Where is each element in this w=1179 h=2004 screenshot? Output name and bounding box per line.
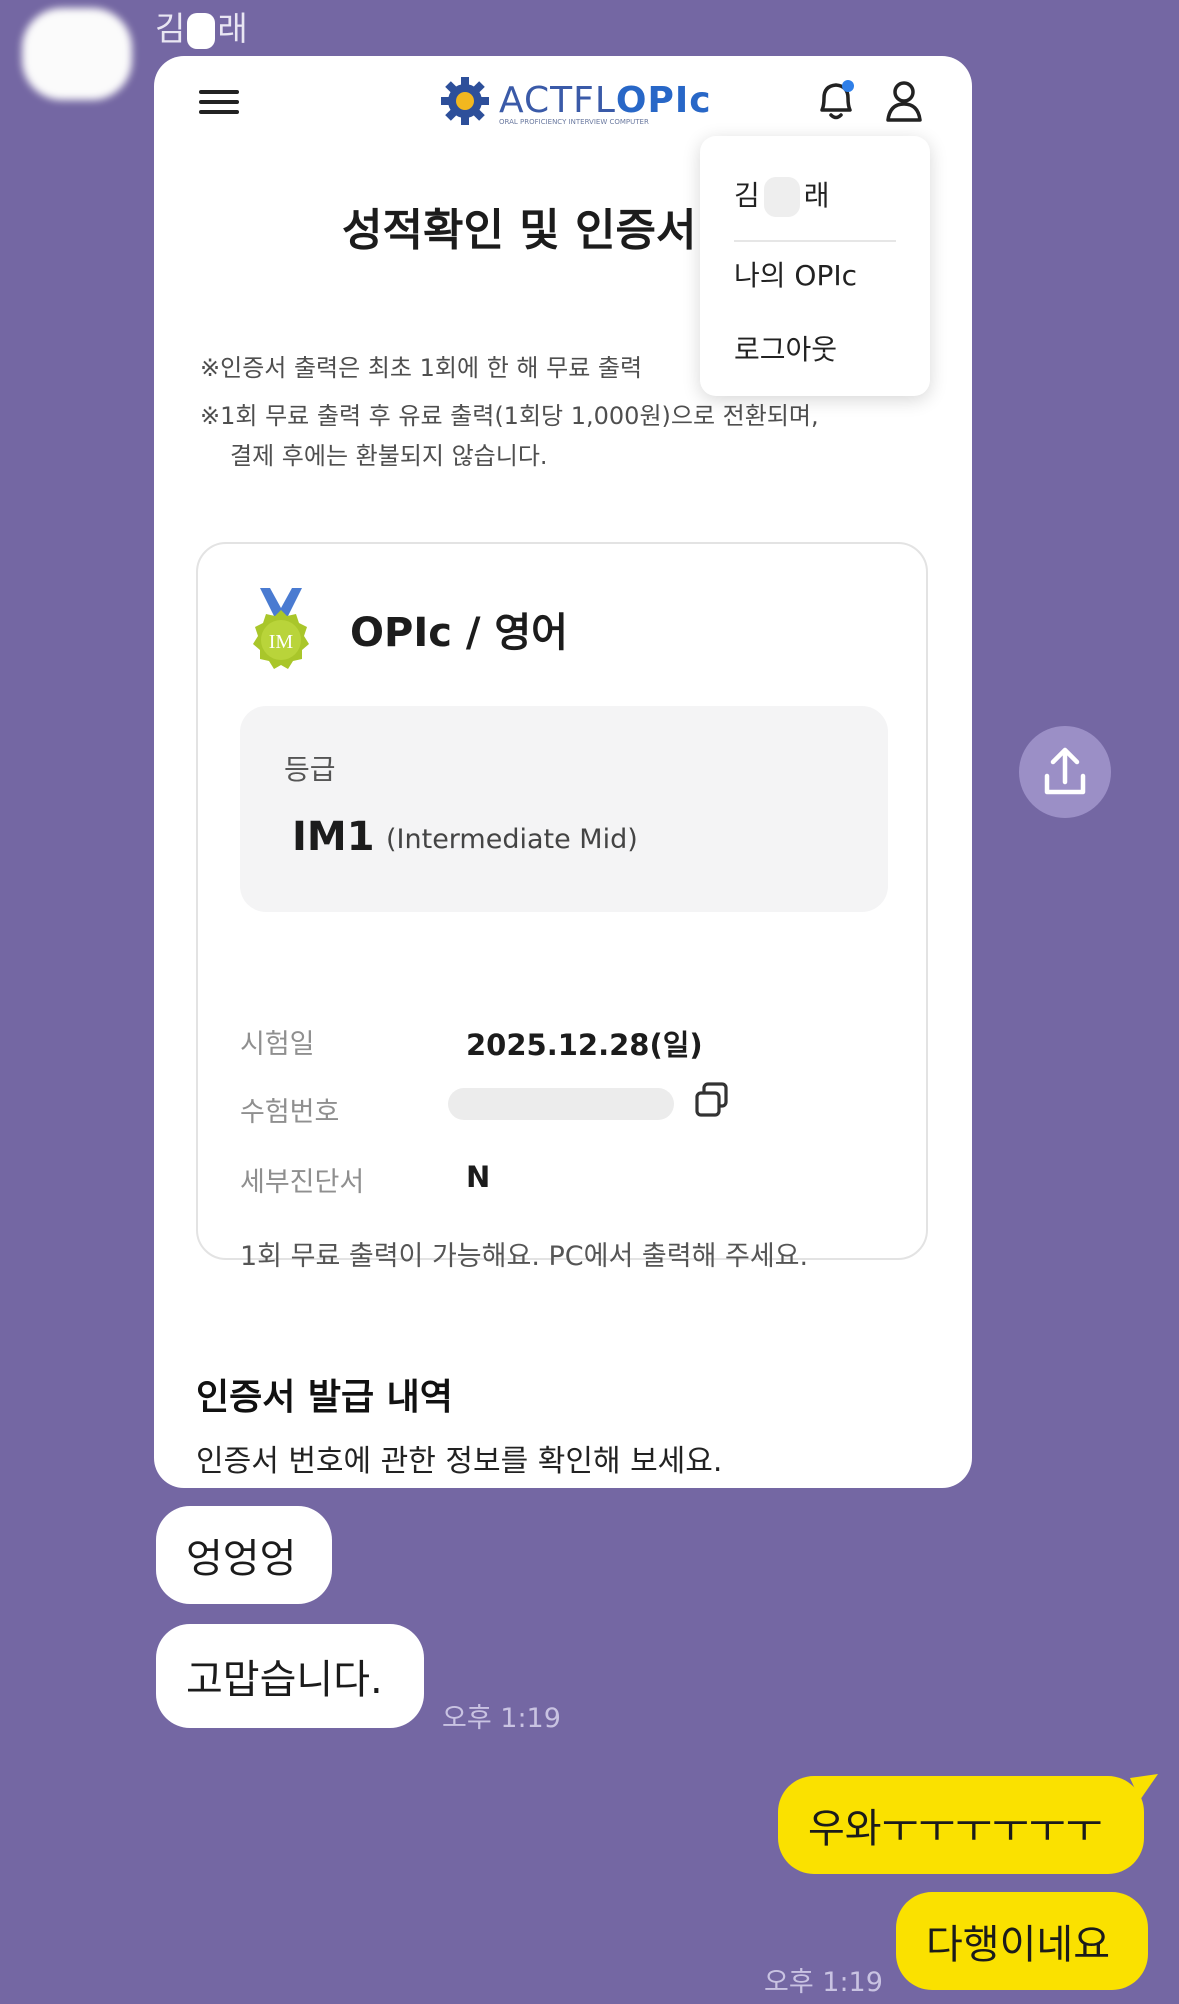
copy-icon[interactable] (692, 1080, 732, 1120)
shared-screenshot[interactable]: ACTFLOPIc ORAL PROFICIENCY INTERVIEW COM… (154, 56, 972, 1488)
message-text: 고맙습니다. (186, 1657, 383, 1703)
section-subtitle: 인증서 번호에 관한 정보를 확인해 보세요. (196, 1444, 723, 1479)
page-title: 성적확인 및 인증서 (342, 205, 697, 256)
my-message-bubble[interactable]: 우와ㅜㅜㅜㅜㅜㅜ (778, 1776, 1144, 1874)
notice-text: ※인증서 출력은 최초 1회에 한 해 무료 출력 (200, 354, 643, 382)
share-button[interactable] (1019, 726, 1111, 818)
result-card: IM OPIc / 영어 등급 IM1 (Intermediate Mid) 시… (196, 542, 928, 1272)
detail-report-value: N (466, 1160, 491, 1194)
sender-name: 김래 (155, 9, 248, 49)
message-text: 엉엉엉 (186, 1536, 297, 1582)
sender-avatar[interactable] (22, 8, 132, 100)
message-timestamp: 오후 1:19 (764, 1967, 883, 1998)
share-icon (1044, 747, 1086, 795)
actfl-opic-logo: ACTFLOPIc ORAL PROFICIENCY INTERVIEW COM… (439, 66, 712, 136)
section-title: 인증서 발급 내역 (196, 1377, 453, 1418)
message-text: 다행이네요 (926, 1922, 1110, 1968)
medal-icon: IM (253, 588, 309, 669)
notice-text: 결제 후에는 환불되지 않습니다. (230, 442, 548, 470)
menu-icon (199, 84, 239, 124)
grade-box: 등급 IM1 (Intermediate Mid) (240, 706, 888, 912)
message-text: 우와ㅜㅜㅜㅜㅜㅜ (808, 1806, 1103, 1852)
test-date-label: 시험일 (240, 1029, 315, 1060)
grade-value: IM1 (292, 814, 375, 860)
svg-text:IM: IM (269, 631, 294, 653)
free-print-note: 1회 무료 출력이 가능해요. PC에서 출력해 주세요. (240, 1241, 809, 1272)
grade-description: (Intermediate Mid) (386, 824, 638, 855)
detail-report-label: 세부진단서 (240, 1167, 365, 1198)
logo-tagline: ORAL PROFICIENCY INTERVIEW COMPUTER (499, 118, 649, 126)
message-timestamp: 오후 1:19 (442, 1703, 561, 1734)
user-icon (886, 81, 922, 122)
user-dropdown-menu: 김래 나의 OPIc 로그아웃 (700, 136, 930, 396)
test-date-value: 2025.12.28(일) (466, 1028, 703, 1062)
grade-label: 등급 (284, 753, 336, 786)
menu-item-logout[interactable]: 로그아웃 (734, 328, 837, 368)
menu-divider (734, 240, 896, 242)
bell-icon (820, 80, 854, 120)
gear-icon (441, 77, 489, 125)
menu-user-name: 김래 (734, 174, 830, 217)
exam-number-label: 수험번호 (240, 1097, 340, 1128)
exam-number-redacted (448, 1088, 674, 1120)
menu-item-my-opic[interactable]: 나의 OPIc (734, 254, 857, 294)
test-title: OPIc / 영어 (350, 610, 568, 656)
message-bubble[interactable]: 고맙습니다. (156, 1624, 424, 1728)
notice-text: ※1회 무료 출력 후 유료 출력(1회당 1,000원)으로 전환되며, (200, 402, 819, 430)
message-bubble[interactable]: 엉엉엉 (156, 1506, 332, 1604)
my-message-bubble[interactable]: 다행이네요 (896, 1892, 1148, 1990)
